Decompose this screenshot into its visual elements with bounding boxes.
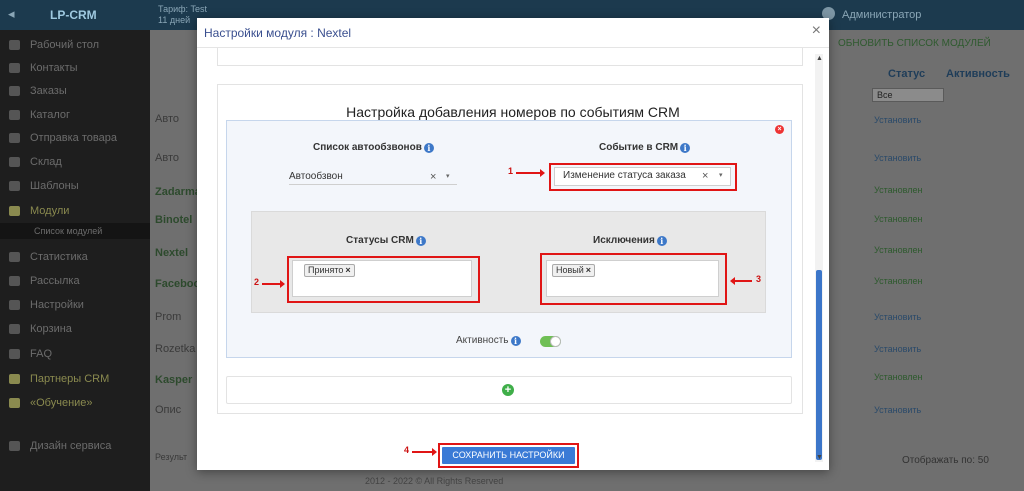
info-icon[interactable]: i bbox=[415, 236, 426, 246]
clear-selection-icon[interactable]: × bbox=[430, 169, 436, 185]
install-link[interactable]: Установить bbox=[874, 153, 921, 163]
sidebar-item-shipping[interactable]: Отправка товара bbox=[0, 127, 150, 149]
sidebar-item-dashboard[interactable]: Рабочий стол bbox=[0, 34, 150, 56]
install-link[interactable]: Установить bbox=[874, 405, 921, 415]
installed-badge: Установлен bbox=[874, 245, 923, 255]
sidebar-item-training[interactable]: «Обучение» bbox=[0, 392, 150, 414]
bg-module-row: Авто bbox=[155, 152, 179, 164]
sidebar-item-modules[interactable]: Модули bbox=[0, 200, 150, 222]
results-label: Результ bbox=[155, 452, 188, 462]
collapse-sidebar-icon[interactable]: ◂ bbox=[8, 6, 26, 24]
refresh-modules-button[interactable]: ОБНОВИТЬ СПИСОК МОДУЛЕЙ bbox=[838, 38, 991, 49]
crm-event-label: Событие в CRM i bbox=[599, 142, 691, 153]
callout-arrow bbox=[516, 169, 545, 177]
sidebar-item-templates[interactable]: Шаблоны bbox=[0, 175, 150, 197]
sidebar-item-contacts[interactable]: Контакты bbox=[0, 57, 150, 79]
modal-header: Настройки модуля : Nextel × bbox=[197, 18, 829, 48]
status-column-header: Статус bbox=[888, 68, 926, 80]
autodial-list-label: Список автообзвонов i bbox=[313, 142, 434, 153]
highlight-box-2 bbox=[287, 256, 480, 303]
bg-module-row: Kasper bbox=[155, 374, 193, 386]
status-filter-select[interactable]: Все bbox=[872, 88, 944, 102]
info-icon[interactable]: i bbox=[680, 143, 691, 153]
section-title: Настройка добавления номеров по событиям… bbox=[346, 104, 680, 120]
sidebar-item-settings[interactable]: Настройки bbox=[0, 294, 150, 316]
install-link[interactable]: Установить bbox=[874, 312, 921, 322]
sidebar-item-design[interactable]: Дизайн сервиса bbox=[0, 435, 150, 457]
sidebar-item-orders[interactable]: Заказы bbox=[0, 80, 150, 102]
scrollbar-thumb[interactable] bbox=[816, 270, 822, 460]
bg-module-row: Rozetka bbox=[155, 343, 196, 355]
install-link[interactable]: Установить bbox=[874, 344, 921, 354]
installed-badge: Установлен bbox=[874, 276, 923, 286]
activity-label: Активность i bbox=[456, 335, 521, 346]
sidebar-item-mailing[interactable]: Рассылка bbox=[0, 270, 150, 292]
info-icon[interactable]: i bbox=[510, 336, 521, 346]
installed-badge: Установлен bbox=[874, 214, 923, 224]
highlight-box-3 bbox=[540, 253, 727, 305]
callout-arrow bbox=[730, 277, 752, 285]
close-icon[interactable]: × bbox=[812, 23, 821, 39]
sidebar-item-statistics[interactable]: Статистика bbox=[0, 246, 150, 268]
highlight-box-1 bbox=[549, 163, 737, 191]
highlight-box-4 bbox=[438, 443, 579, 468]
per-page-label: Отображать по: 50 bbox=[902, 455, 989, 466]
module-settings-modal: Настройки модуля : Nextel × ▲ ▼ Настройк… bbox=[197, 18, 829, 470]
modal-title: Настройки модуля : Nextel bbox=[204, 26, 352, 40]
activity-column-header: Активность bbox=[946, 68, 1010, 80]
sidebar-item-trash[interactable]: Корзина bbox=[0, 318, 150, 340]
callout-number: 2 bbox=[254, 277, 260, 287]
bg-module-row: Binotel bbox=[155, 214, 193, 226]
sidebar: Рабочий стол Контакты Заказы Каталог Отп… bbox=[0, 30, 150, 491]
sidebar-item-warehouse[interactable]: Склад bbox=[0, 151, 150, 173]
previous-section-edge bbox=[217, 48, 803, 66]
installed-badge: Установлен bbox=[874, 372, 923, 382]
crm-statuses-label: Статусы CRM i bbox=[346, 235, 426, 246]
autodial-list-select[interactable]: Автообзвон × ▾ bbox=[289, 169, 457, 185]
scroll-down-arrow-icon[interactable]: ▼ bbox=[816, 454, 823, 461]
sidebar-item-catalog[interactable]: Каталог bbox=[0, 104, 150, 126]
activity-toggle[interactable] bbox=[540, 336, 561, 347]
callout-number: 3 bbox=[756, 274, 762, 284]
callout-arrow bbox=[262, 280, 285, 288]
bg-module-row: Prom bbox=[155, 311, 182, 323]
bg-module-row: Авто bbox=[155, 113, 179, 125]
add-rule-button[interactable]: + bbox=[502, 384, 514, 396]
bg-module-row: Nextel bbox=[155, 247, 189, 259]
copyright: 2012 - 2022 © All Rights Reserved bbox=[365, 476, 504, 486]
chevron-down-icon[interactable]: ▾ bbox=[446, 169, 450, 185]
exceptions-label: Исключения i bbox=[593, 235, 667, 246]
bg-module-row: Опис bbox=[155, 404, 182, 416]
callout-arrow bbox=[412, 448, 437, 456]
callout-number: 4 bbox=[404, 445, 410, 455]
user-menu[interactable]: Администратор bbox=[821, 7, 921, 21]
bg-module-row: Zadarma bbox=[155, 186, 201, 198]
sidebar-item-modules-list[interactable]: Список модулей bbox=[0, 223, 150, 239]
app-logo: LP-CRM bbox=[50, 8, 97, 22]
sidebar-item-faq[interactable]: FAQ bbox=[0, 343, 150, 365]
info-icon[interactable]: i bbox=[423, 143, 434, 153]
installed-badge: Установлен bbox=[874, 185, 923, 195]
remove-rule-icon[interactable]: × bbox=[775, 125, 784, 134]
install-link[interactable]: Установить bbox=[874, 115, 921, 125]
callout-number: 1 bbox=[508, 166, 514, 176]
sidebar-item-partners[interactable]: Партнеры CRM bbox=[0, 368, 150, 390]
scroll-up-arrow-icon[interactable]: ▲ bbox=[816, 55, 823, 62]
info-icon[interactable]: i bbox=[656, 236, 667, 246]
